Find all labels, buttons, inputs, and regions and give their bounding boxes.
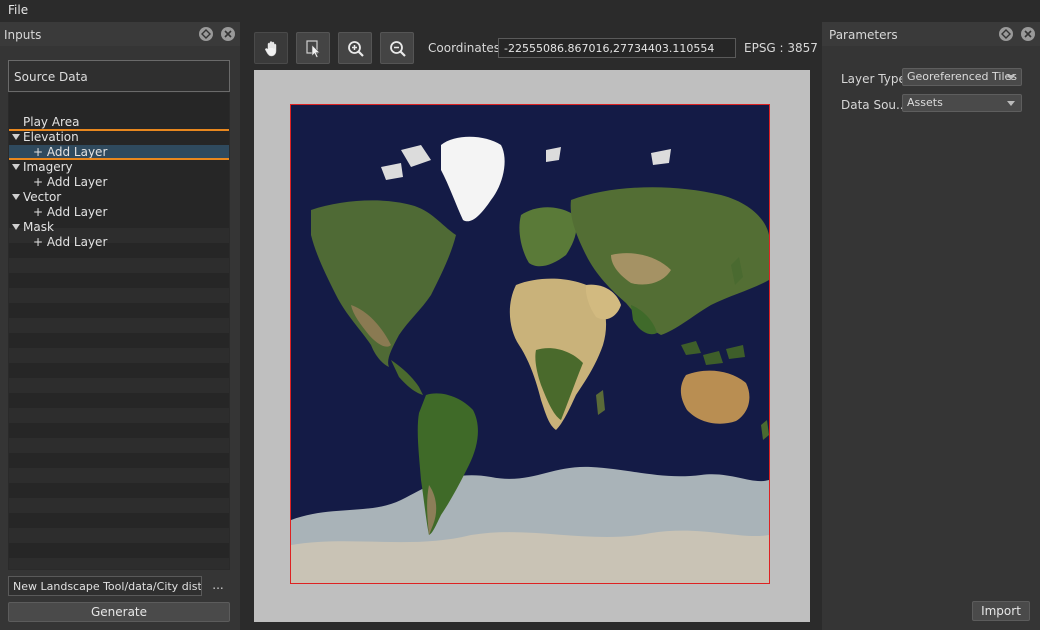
- tree-item-play-area[interactable]: Play Area: [9, 115, 229, 130]
- coordinates-label: Coordinates:: [428, 41, 505, 55]
- output-path-field[interactable]: [8, 576, 202, 596]
- chevron-down-icon: [1007, 75, 1015, 80]
- tree-item-imagery-add-layer[interactable]: + Add Layer: [9, 175, 229, 190]
- world-map-satellite: [291, 105, 769, 583]
- expand-triangle-icon[interactable]: [12, 194, 20, 200]
- output-path-input[interactable]: [9, 577, 201, 595]
- source-data-label: Source Data: [14, 70, 88, 84]
- parameters-panel-title: Parameters: [829, 28, 898, 42]
- browse-button[interactable]: ...: [210, 578, 226, 594]
- expand-triangle-icon[interactable]: [12, 224, 20, 230]
- expand-triangle-icon[interactable]: [12, 134, 20, 140]
- hand-icon: [265, 41, 277, 57]
- select-tool-button[interactable]: [296, 32, 330, 64]
- tree-item-elevation[interactable]: Elevation: [9, 130, 229, 145]
- zoom-out-icon: [390, 41, 406, 57]
- expand-triangle-icon[interactable]: [12, 164, 20, 170]
- layer-type-value: Georeferenced Tiles: [907, 70, 1018, 83]
- map-viewport[interactable]: [254, 70, 810, 622]
- file-menu[interactable]: File: [8, 3, 28, 17]
- inputs-panel-title: Inputs: [4, 28, 42, 42]
- generate-button[interactable]: Generate: [8, 602, 230, 622]
- inputs-panel-header: Inputs: [0, 22, 240, 46]
- world-map-image[interactable]: [290, 104, 770, 584]
- layer-type-label: Layer Type: [841, 72, 906, 86]
- source-data-header: Source Data: [8, 60, 230, 92]
- parameters-panel-header: Parameters: [822, 22, 1040, 46]
- inputs-panel: Inputs Source Data Play Area Elevation +…: [0, 22, 240, 630]
- undock-icon[interactable]: [999, 27, 1013, 41]
- close-icon[interactable]: [1021, 27, 1035, 41]
- tree-item-elevation-add-layer[interactable]: + Add Layer: [9, 145, 229, 160]
- tree-item-mask[interactable]: Mask: [9, 220, 229, 235]
- close-icon[interactable]: [221, 27, 235, 41]
- chevron-down-icon: [1007, 101, 1015, 106]
- coordinates-input[interactable]: [499, 39, 735, 57]
- epsg-label: EPSG : 3857: [744, 41, 818, 55]
- tree-item-vector-add-layer[interactable]: + Add Layer: [9, 205, 229, 220]
- import-button[interactable]: Import: [972, 601, 1030, 621]
- data-source-value: Assets: [907, 96, 943, 109]
- tree-item-imagery[interactable]: Imagery: [9, 160, 229, 175]
- tree-item-mask-add-layer[interactable]: + Add Layer: [9, 235, 229, 250]
- layer-type-dropdown[interactable]: Georeferenced Tiles: [902, 68, 1022, 86]
- data-source-dropdown[interactable]: Assets: [902, 94, 1022, 112]
- menu-bar: File: [0, 0, 1040, 20]
- select-cursor-icon: [306, 40, 321, 58]
- zoom-in-tool-button[interactable]: [338, 32, 372, 64]
- data-source-label: Data Sou...: [841, 98, 908, 112]
- zoom-in-icon: [348, 41, 364, 57]
- parameters-panel: Parameters Layer Type Georeferenced Tile…: [822, 22, 1040, 630]
- pan-tool-button[interactable]: [254, 32, 288, 64]
- inputs-tree: Play Area Elevation + Add Layer Imagery …: [8, 92, 230, 570]
- zoom-out-tool-button[interactable]: [380, 32, 414, 64]
- undock-icon[interactable]: [199, 27, 213, 41]
- viewport-panel: Coordinates: EPSG : 3857: [246, 22, 818, 630]
- coordinates-field[interactable]: [498, 38, 736, 58]
- tree-item-vector[interactable]: Vector: [9, 190, 229, 205]
